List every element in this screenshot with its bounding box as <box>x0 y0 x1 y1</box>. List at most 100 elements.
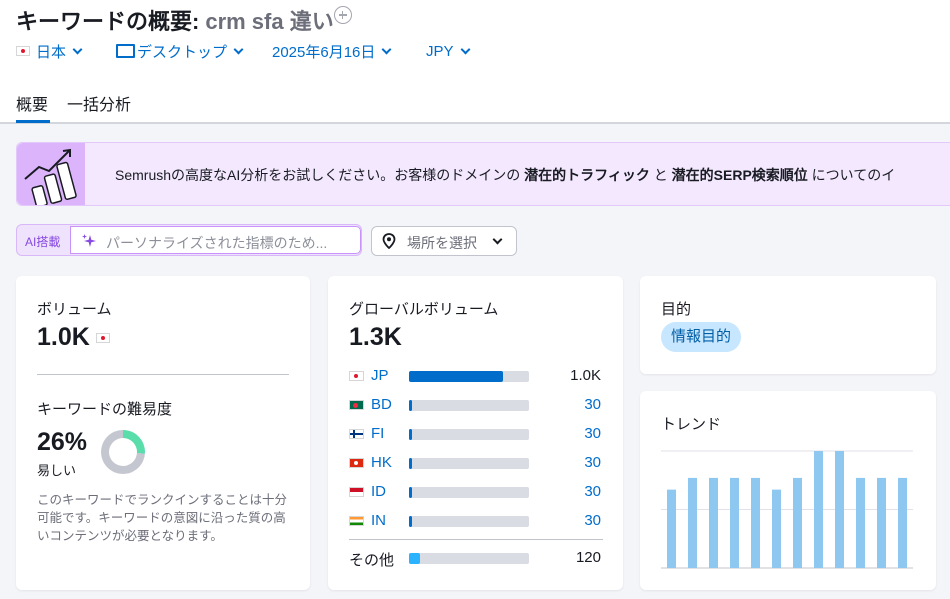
active-tab-indicator <box>16 120 50 123</box>
page-title-keyword: crm sfa 違い <box>205 9 334 34</box>
banner-highlight-serp: 潜在的SERP検索順位 <box>671 167 808 183</box>
volume-title: ボリューム <box>37 301 112 318</box>
country-code: IN <box>371 512 386 529</box>
growth-chart-illustration-icon <box>17 143 85 205</box>
volume-bar-fill <box>409 516 412 527</box>
currency-dropdown[interactable]: JPY <box>426 41 470 61</box>
banner-text-2: と <box>649 167 672 183</box>
japan-flag-icon <box>349 371 364 381</box>
country-code: FI <box>371 425 385 442</box>
add-circle-icon[interactable] <box>334 6 352 24</box>
trend-card: トレンド <box>640 391 936 590</box>
volume-bar-fill <box>409 400 412 411</box>
country-volume: 30 <box>584 483 601 500</box>
banner-highlight-traffic: 潜在的トラフィック <box>524 167 650 183</box>
country-volume: 30 <box>584 396 601 413</box>
volume-value: 1.0K <box>37 323 90 351</box>
banner-text-3: についてのイ <box>807 167 896 183</box>
other-countries-label: その他 <box>349 552 395 569</box>
trend-bar[interactable] <box>814 451 823 568</box>
trend-bar[interactable] <box>688 477 697 568</box>
volume-bar-track <box>409 400 529 411</box>
currency-label: JPY <box>426 42 454 60</box>
ai-input-placeholder: パーソナライズされた指標のため... <box>106 235 328 251</box>
volume-bar-fill <box>409 458 412 469</box>
country-code: ID <box>371 483 386 500</box>
volume-bar-track <box>409 553 529 564</box>
date-label: 2025年6月16日 <box>272 43 376 61</box>
trend-bar[interactable] <box>877 477 886 568</box>
country-row-other: その他 120 <box>349 549 603 569</box>
volume-bar-fill <box>409 429 412 440</box>
country-volume: 30 <box>584 512 601 529</box>
trend-bar[interactable] <box>709 477 718 568</box>
chevron-down-icon <box>72 44 83 54</box>
volume-bar-fill <box>409 371 503 382</box>
ai-personalization-box: AI搭載 パーソナライズされた指標のため... <box>16 224 362 256</box>
bangladesh-flag-icon <box>349 400 364 410</box>
volume-bar-fill <box>409 487 412 498</box>
finland-flag-icon <box>349 429 364 439</box>
chevron-down-icon <box>381 44 392 54</box>
tab-overview[interactable]: 概要 <box>16 91 48 115</box>
difficulty-description: このキーワードでランクインすることは十分可能です。キーワードの意図に沿った質の高… <box>37 493 288 543</box>
volume-bar-track <box>409 487 529 498</box>
trend-bar[interactable] <box>898 477 907 568</box>
device-dropdown[interactable]: デスクトップ <box>116 41 244 61</box>
date-dropdown[interactable]: 2025年6月16日 <box>272 41 392 61</box>
country-dropdown[interactable]: 日本 <box>16 41 83 61</box>
intent-badge[interactable]: 情報目的 <box>661 322 742 352</box>
volume-card: ボリューム 1.0K キーワードの難易度 26% 易しい このキーワードでランク… <box>16 276 310 590</box>
country-row-bd[interactable]: BD 30 <box>349 396 603 416</box>
country-code: JP <box>371 367 389 384</box>
country-volume: 30 <box>584 454 601 471</box>
india-flag-icon <box>349 516 364 526</box>
difficulty-title: キーワードの難易度 <box>37 401 173 418</box>
ai-promo-banner[interactable]: Semrushの高度なAI分析をお試しください。お客様のドメインの 潜在的トラフ… <box>16 142 950 206</box>
trend-bar[interactable] <box>751 477 760 568</box>
trend-bar[interactable] <box>835 451 844 568</box>
country-volume: 30 <box>584 425 601 442</box>
country-row-id[interactable]: ID 30 <box>349 483 603 503</box>
divider <box>37 374 289 375</box>
global-volume-value: 1.3K <box>349 323 402 351</box>
intent-title: 目的 <box>661 301 692 318</box>
difficulty-donut-chart <box>101 430 145 474</box>
page-title: キーワードの概要: crm sfa 違い <box>16 4 334 36</box>
trend-bar[interactable] <box>730 477 739 568</box>
other-countries-volume: 120 <box>575 549 601 566</box>
intent-card: 目的 情報目的 <box>640 276 936 374</box>
difficulty-label: 易しい <box>37 463 77 478</box>
country-row-fi[interactable]: FI 30 <box>349 425 603 445</box>
volume-bar-track <box>409 516 529 527</box>
difficulty-value: 26% <box>37 428 88 456</box>
country-volume: 1.0K <box>570 367 601 384</box>
ai-personalization-input[interactable]: パーソナライズされた指標のため... <box>70 226 361 254</box>
chevron-down-icon <box>492 234 503 245</box>
global-volume-card: グローバルボリューム 1.3K JP 1.0K BD 30 FI 30 HK 3… <box>328 276 623 590</box>
country-code: BD <box>371 396 392 413</box>
chevron-down-icon <box>233 44 244 54</box>
trend-chart <box>661 450 913 569</box>
country-row-hk[interactable]: HK 30 <box>349 454 603 474</box>
volume-bar-fill <box>409 553 420 564</box>
indonesia-flag-icon <box>349 487 364 497</box>
banner-text-1: Semrushの高度なAI分析をお試しください。お客様のドメインの <box>115 167 525 183</box>
country-row-in[interactable]: IN 30 <box>349 512 603 532</box>
volume-bar-track <box>409 429 529 440</box>
tab-bulk-analysis[interactable]: 一括分析 <box>67 91 131 115</box>
country-code: HK <box>371 454 392 471</box>
sparkle-icon <box>82 234 96 247</box>
country-row-jp[interactable]: JP 1.0K <box>349 367 603 387</box>
ai-label: AI搭載 <box>25 235 61 249</box>
desktop-icon <box>116 44 135 58</box>
trend-bar[interactable] <box>667 489 676 568</box>
trend-bar[interactable] <box>793 477 802 568</box>
country-label: 日本 <box>36 43 67 61</box>
banner-message: Semrushの高度なAI分析をお試しください。お客様のドメインの 潜在的トラフ… <box>115 165 895 185</box>
japan-flag-icon <box>96 333 110 343</box>
location-select[interactable]: 場所を選択 <box>371 226 517 256</box>
trend-bar[interactable] <box>856 477 865 568</box>
global-volume-title: グローバルボリューム <box>349 301 499 318</box>
trend-bar[interactable] <box>772 489 781 568</box>
